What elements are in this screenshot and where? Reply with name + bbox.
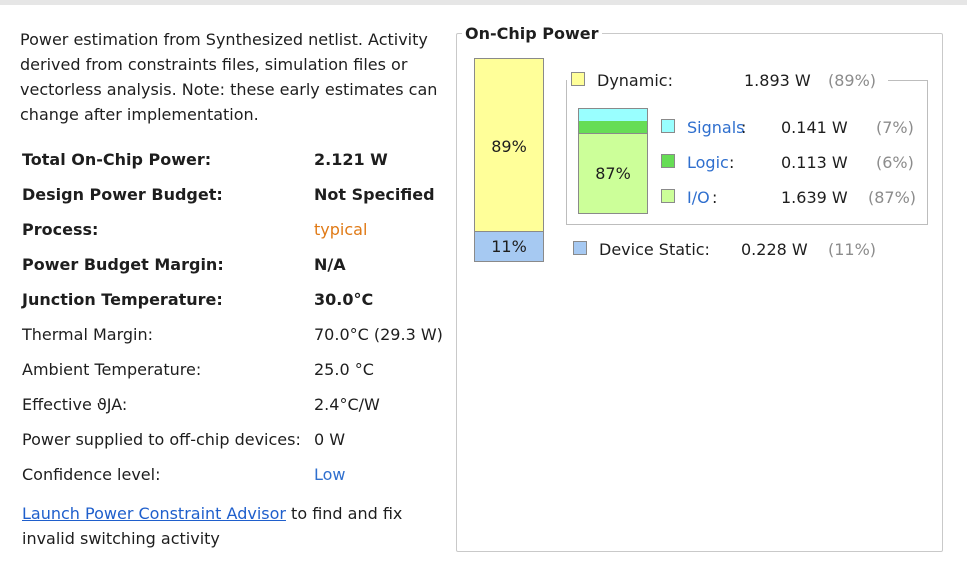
signals-swatch xyxy=(661,119,675,133)
summary-row-junction-temp: Junction Temperature: 30.0°C xyxy=(22,282,452,317)
summary-label: Effective ϑJA: xyxy=(22,395,128,414)
summary-label: Ambient Temperature: xyxy=(22,360,202,379)
logic-value: 0.113 W xyxy=(781,153,848,172)
summary-row-budget-margin: Power Budget Margin: N/A xyxy=(22,247,452,282)
signals-link[interactable]: Signals xyxy=(687,118,744,137)
summary-value: 2.121 W xyxy=(314,150,388,169)
logic-colon: : xyxy=(729,153,735,172)
summary-row-off-chip-power: Power supplied to off-chip devices: 0 W xyxy=(22,422,452,457)
io-percent: (87%) xyxy=(868,188,917,207)
summary-value: Not Specified xyxy=(314,185,435,204)
signals-percent: (7%) xyxy=(876,118,914,137)
static-percent-label: 11% xyxy=(491,237,527,256)
io-link[interactable]: I/O xyxy=(687,188,710,207)
logic-link[interactable]: Logic xyxy=(687,153,729,172)
summary-row-total-power: Total On-Chip Power: 2.121 W xyxy=(22,142,452,177)
device-static-label: Device Static: xyxy=(599,240,710,259)
summary-label: Total On-Chip Power: xyxy=(22,150,212,169)
summary-row-effective-theta-ja: Effective ϑJA: 2.4°C/W xyxy=(22,387,452,422)
signals-colon: : xyxy=(741,118,747,137)
io-value: 1.639 W xyxy=(781,188,848,207)
summary-label: Power Budget Margin: xyxy=(22,255,224,274)
confidence-level-link[interactable]: Low xyxy=(314,465,346,484)
io-colon: : xyxy=(712,188,718,207)
summary-label: Process: xyxy=(22,220,99,239)
summary-label: Confidence level: xyxy=(22,465,161,484)
top-divider xyxy=(0,0,967,5)
dynamic-percent-label: 89% xyxy=(491,137,527,156)
signals-value: 0.141 W xyxy=(781,118,848,137)
summary-row-thermal-margin: Thermal Margin: 70.0°C (29.3 W) xyxy=(22,317,452,352)
summary-label: Power supplied to off-chip devices: xyxy=(22,430,301,449)
summary-row-process: Process: typical xyxy=(22,212,452,247)
logic-segment xyxy=(579,121,647,134)
power-stacked-bar: 89% 11% xyxy=(474,58,544,262)
summary-row-confidence: Confidence level: Low xyxy=(22,457,452,492)
static-segment: 11% xyxy=(475,231,543,261)
dynamic-swatch xyxy=(571,72,585,86)
dynamic-value: 1.893 W xyxy=(744,71,811,90)
logic-percent: (6%) xyxy=(876,153,914,172)
io-swatch xyxy=(661,189,675,203)
summary-value: 70.0°C (29.3 W) xyxy=(314,325,443,344)
device-static-swatch xyxy=(573,241,587,255)
summary-label: Thermal Margin: xyxy=(22,325,154,344)
summary-value: 30.0°C xyxy=(314,290,374,309)
summary-value: 25.0 °C xyxy=(314,360,374,379)
dynamic-percent: (89%) xyxy=(828,71,877,90)
device-static-value: 0.228 W xyxy=(741,240,808,259)
summary-row-power-budget: Design Power Budget: Not Specified xyxy=(22,177,452,212)
device-static-percent: (11%) xyxy=(828,240,877,259)
summary-value: 0 W xyxy=(314,430,346,449)
logic-swatch xyxy=(661,154,675,168)
estimation-note: Power estimation from Synthesized netlis… xyxy=(20,30,438,124)
advisor-note: Launch Power Constraint Advisor to find … xyxy=(22,501,442,551)
summary-value: N/A xyxy=(314,255,346,274)
summary-label: Design Power Budget: xyxy=(22,185,223,204)
summary-value: 2.4°C/W xyxy=(314,395,380,414)
on-chip-power-title: On-Chip Power xyxy=(462,24,602,43)
process-value: typical xyxy=(314,220,368,239)
summary-row-ambient-temp: Ambient Temperature: 25.0 °C xyxy=(22,352,452,387)
io-percent-label: 87% xyxy=(595,164,631,183)
dynamic-breakdown-bar: 87% xyxy=(578,108,648,214)
dynamic-label: Dynamic: xyxy=(597,71,673,90)
launch-power-constraint-advisor-link[interactable]: Launch Power Constraint Advisor xyxy=(22,504,286,523)
summary-label: Junction Temperature: xyxy=(22,290,223,309)
